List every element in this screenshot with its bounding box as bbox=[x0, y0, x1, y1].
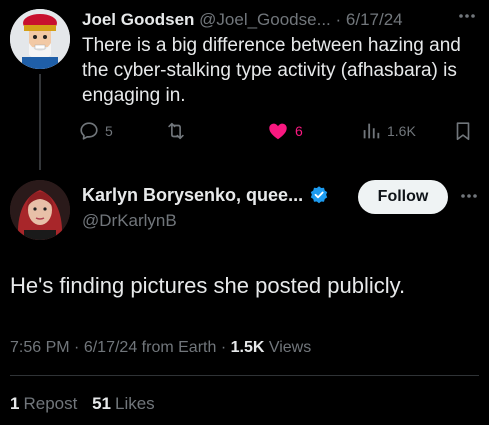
retweet-icon bbox=[168, 122, 184, 140]
tweet-source: from Earth bbox=[141, 339, 217, 356]
tweet-text: He's finding pictures she posted publicl… bbox=[10, 273, 406, 298]
tweet-date[interactable]: 6/17/24 bbox=[346, 10, 403, 29]
tweet-thread: Joel Goodsen @Joel_Goodse... · 6/17/24 T… bbox=[0, 0, 489, 425]
tweet-meta: 7:56 PM · 6/17/24 from Earth · 1.5K View… bbox=[10, 337, 311, 359]
bookmark-button[interactable] bbox=[452, 118, 474, 144]
reply-count: 5 bbox=[105, 123, 113, 139]
verified-badge-icon[interactable] bbox=[309, 185, 329, 205]
reply-button[interactable]: 5 bbox=[78, 118, 113, 144]
separator: · bbox=[335, 10, 342, 29]
tweet-time[interactable]: 7:56 PM bbox=[10, 339, 70, 356]
views-button[interactable]: 1.6K bbox=[360, 118, 416, 144]
author-handle[interactable]: @Joel_Goodse... bbox=[199, 10, 331, 29]
author-name-text: Karlyn Borysenko, quee... bbox=[82, 185, 304, 205]
tweet-date[interactable]: 6/17/24 bbox=[84, 339, 137, 356]
reposts-label: Repost bbox=[23, 394, 78, 413]
action-bar: 5 6 1.6K bbox=[78, 118, 478, 144]
likes-label: Likes bbox=[115, 394, 155, 413]
avatar[interactable] bbox=[10, 9, 70, 69]
reposts-link[interactable]: 1 Repost bbox=[10, 394, 77, 413]
avatar[interactable] bbox=[10, 180, 70, 240]
more-dots-icon[interactable] bbox=[455, 6, 479, 26]
bookmark-icon bbox=[456, 122, 470, 141]
thread-line bbox=[39, 74, 41, 170]
author-name[interactable]: Joel Goodsen bbox=[82, 10, 194, 29]
reply-header: Joel Goodsen @Joel_Goodse... · 6/17/24 bbox=[82, 9, 449, 31]
engagement-stats: 1 Repost 51 Likes bbox=[10, 393, 165, 415]
likes-link[interactable]: 51 Likes bbox=[92, 394, 155, 413]
reply-text: There is a big difference between hazing… bbox=[82, 35, 461, 106]
author-handle[interactable]: @DrKarlynB bbox=[82, 210, 177, 232]
reply-tweet[interactable]: Joel Goodsen @Joel_Goodse... · 6/17/24 T… bbox=[0, 0, 489, 170]
views-count: 1.5K bbox=[230, 339, 265, 356]
heart-icon bbox=[269, 123, 287, 140]
separator: · bbox=[74, 339, 84, 356]
divider bbox=[10, 375, 479, 376]
more-dots-icon[interactable] bbox=[457, 186, 481, 206]
nutcracker-avatar-image bbox=[10, 9, 70, 69]
view-count: 1.6K bbox=[387, 123, 416, 139]
views-label: Views bbox=[268, 339, 312, 356]
bar-chart-icon bbox=[363, 123, 380, 139]
profile-photo-image bbox=[10, 180, 70, 240]
comment-icon bbox=[80, 122, 98, 140]
likes-count: 51 bbox=[92, 394, 111, 413]
author-name[interactable]: Karlyn Borysenko, quee... bbox=[82, 184, 329, 206]
like-button[interactable]: 6 bbox=[266, 118, 303, 144]
retweet-button[interactable] bbox=[164, 118, 193, 144]
separator: · bbox=[220, 339, 231, 356]
reposts-count: 1 bbox=[10, 394, 20, 413]
like-count: 6 bbox=[295, 123, 303, 139]
follow-button[interactable]: Follow bbox=[358, 180, 448, 214]
